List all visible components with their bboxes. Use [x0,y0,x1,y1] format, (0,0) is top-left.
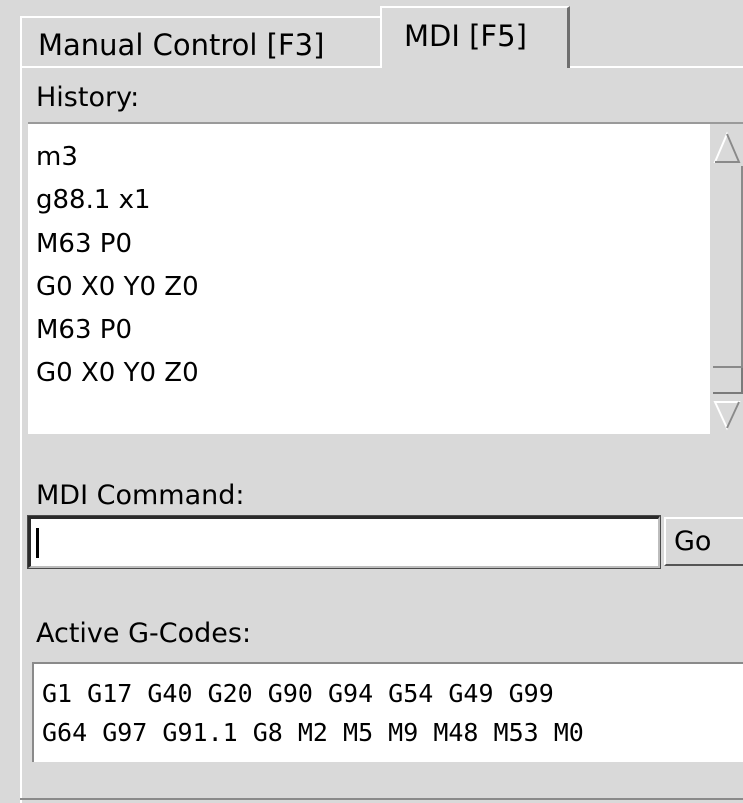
mdi-command-input[interactable] [27,515,661,569]
history-list-box[interactable]: m3 g88.1 x1 M63 P0 G0 X0 Y0 Z0 M63 P0 G0… [28,122,743,434]
tab-manual-control[interactable]: Manual Control [F3] [20,16,382,66]
history-item[interactable]: m3 [36,136,199,179]
history-item[interactable]: M63 P0 [36,223,199,266]
history-item[interactable]: M63 P0 [36,309,199,352]
go-button[interactable]: Go [664,517,743,566]
active-gcodes-line: G64 G97 G91.1 G8 M2 M5 M9 M48 M53 M0 [42,718,584,747]
history-scrollbar[interactable] [710,124,743,434]
scrollbar-trough[interactable] [713,368,743,394]
triangle-down-icon[interactable] [713,398,741,432]
active-gcodes-text: G1 G17 G40 G20 G90 G94 G54 G49 G99 G64 G9… [42,674,584,752]
text-caret [36,528,39,558]
history-item[interactable]: G0 X0 Y0 Z0 [36,266,199,309]
mdi-panel: Manual Control [F3] MDI [F5] History: m3… [0,0,743,803]
triangle-up-icon[interactable] [713,130,741,166]
tab-manual-control-label: Manual Control [F3] [38,28,325,62]
tab-bar: Manual Control [F3] MDI [F5] [0,0,743,68]
history-item[interactable]: g88.1 x1 [36,179,199,222]
history-list: m3 g88.1 x1 M63 P0 G0 X0 Y0 Z0 M63 P0 G0… [36,136,199,396]
tab-mdi-label: MDI [F5] [404,19,527,53]
history-item[interactable]: G0 X0 Y0 Z0 [36,352,199,395]
mdi-command-label: MDI Command: [36,480,245,511]
active-gcodes-line: G1 G17 G40 G20 G90 G94 G54 G49 G99 [42,679,554,708]
scrollbar-thumb[interactable] [713,166,743,368]
pane-border [20,798,743,800]
history-label: History: [36,82,140,113]
active-gcodes-label: Active G-Codes: [36,618,252,649]
mdi-pane: History: m3 g88.1 x1 M63 P0 G0 X0 Y0 Z0 … [20,66,743,803]
tab-mdi[interactable]: MDI [F5] [380,6,570,68]
active-gcodes-box: G1 G17 G40 G20 G90 G94 G54 G49 G99 G64 G9… [32,662,743,762]
